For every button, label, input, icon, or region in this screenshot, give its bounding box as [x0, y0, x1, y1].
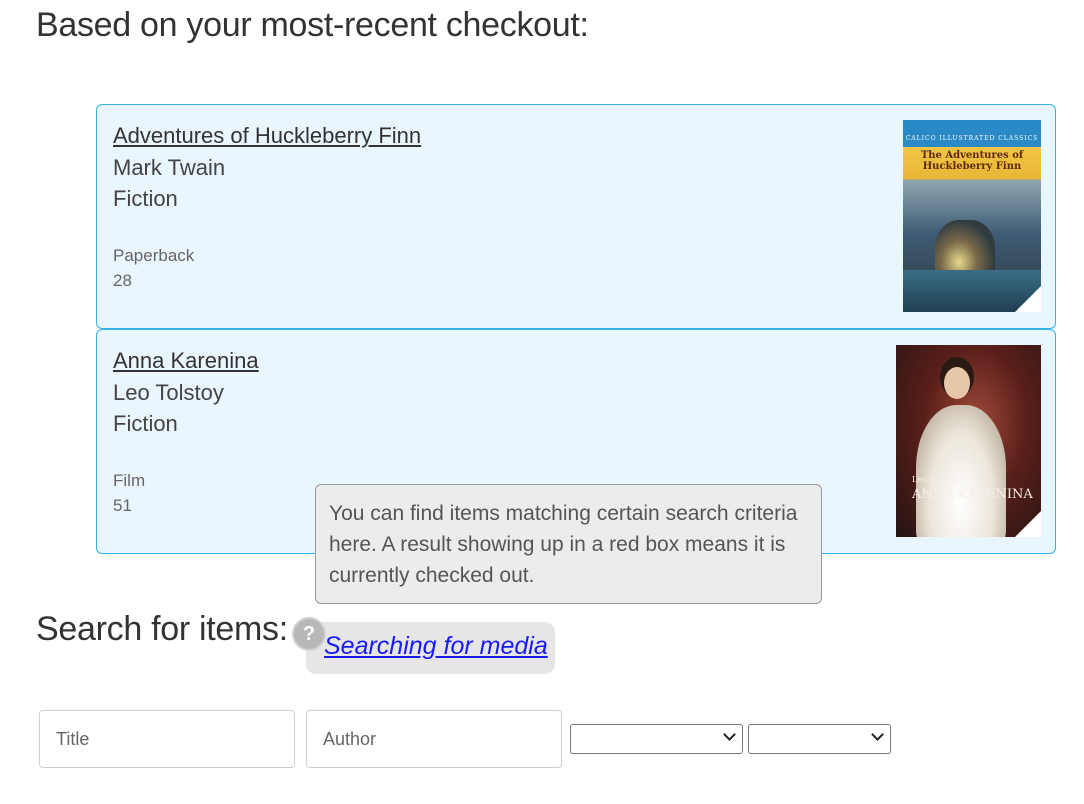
help-tooltip: You can find items matching certain sear…	[315, 484, 822, 604]
recommendations-heading: Based on your most-recent checkout:	[36, 6, 589, 44]
genre-select[interactable]	[748, 724, 891, 754]
item-genre: Fiction	[113, 411, 178, 436]
title-input[interactable]	[39, 710, 295, 768]
format-select[interactable]	[570, 724, 743, 754]
searching-for-media-link[interactable]: Searching for media	[324, 632, 548, 661]
cover-illustration	[916, 405, 1006, 537]
item-count: 28	[113, 271, 132, 290]
item-genre: Fiction	[113, 186, 178, 211]
item-format: Paperback	[113, 246, 195, 265]
author-input[interactable]	[306, 710, 562, 768]
question-mark-icon[interactable]: ?	[292, 617, 326, 651]
book-cover-image: Leo Tolstoy ANNA KARENINA	[896, 345, 1041, 537]
cover-title-text: The Adventures of Huckleberry Finn	[920, 150, 1024, 172]
item-format: Film	[113, 471, 146, 490]
item-count: 51	[113, 496, 132, 515]
recommendation-card: Adventures of Huckleberry Finn Mark Twai…	[96, 104, 1056, 329]
book-cover-image: CALICO ILLUSTRATED CLASSICS The Adventur…	[903, 120, 1041, 312]
cover-author-text: Leo Tolstoy	[912, 475, 959, 484]
cover-title-text: ANNA KARENINA	[912, 487, 1033, 502]
item-author: Mark Twain	[113, 155, 226, 180]
item-title-link[interactable]: Anna Karenina	[113, 348, 259, 374]
cover-illustration-head	[944, 367, 970, 399]
cover-series-text: CALICO ILLUSTRATED CLASSICS	[905, 135, 1039, 142]
page-curl	[1015, 511, 1041, 537]
chevron-down-icon	[723, 728, 736, 741]
search-heading: Search for items:	[36, 610, 288, 648]
item-title-link[interactable]: Adventures of Huckleberry Finn	[113, 123, 421, 149]
chevron-down-icon	[871, 728, 884, 741]
item-author: Leo Tolstoy	[113, 380, 224, 405]
page-curl	[1015, 286, 1041, 312]
